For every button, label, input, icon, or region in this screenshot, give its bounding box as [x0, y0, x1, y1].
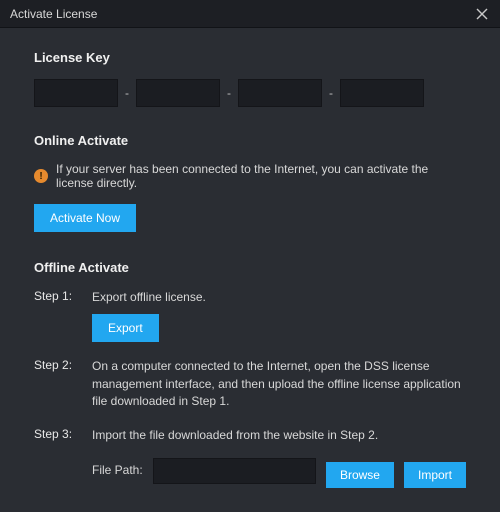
file-path-input[interactable] [153, 458, 316, 484]
warning-icon: ! [34, 169, 48, 183]
license-key-row: - - - [34, 79, 466, 107]
dialog-content: License Key - - - Online Activate ! If y… [0, 28, 500, 512]
step-2-row: Step 2: On a computer connected to the I… [34, 358, 466, 410]
license-key-segment-2[interactable] [136, 79, 220, 107]
step-1-row: Step 1: Export offline license. Export [34, 289, 466, 342]
file-path-label: File Path: [92, 462, 143, 479]
license-key-segment-4[interactable] [340, 79, 424, 107]
step-1-text: Export offline license. [92, 289, 466, 306]
online-activate-heading: Online Activate [34, 133, 466, 148]
key-separator: - [322, 86, 340, 100]
license-key-segment-1[interactable] [34, 79, 118, 107]
step-3-text: Import the file downloaded from the webs… [92, 427, 466, 444]
step-2-label: Step 2: [34, 358, 78, 410]
offline-activate-heading: Offline Activate [34, 260, 466, 275]
step-3-body: Import the file downloaded from the webs… [92, 427, 466, 488]
license-key-segment-3[interactable] [238, 79, 322, 107]
step-3-label: Step 3: [34, 427, 78, 488]
step-2-text: On a computer connected to the Internet,… [92, 358, 466, 410]
activate-now-button[interactable]: Activate Now [34, 204, 136, 232]
export-button[interactable]: Export [92, 314, 159, 342]
online-hint-text: If your server has been connected to the… [56, 162, 466, 190]
browse-button[interactable]: Browse [326, 462, 394, 488]
online-hint-row: ! If your server has been connected to t… [34, 162, 466, 190]
license-key-heading: License Key [34, 50, 466, 65]
title-bar: Activate License [0, 0, 500, 28]
step-1-label: Step 1: [34, 289, 78, 342]
close-button[interactable] [472, 4, 492, 24]
close-icon [476, 8, 488, 20]
key-separator: - [220, 86, 238, 100]
step-3-row: Step 3: Import the file downloaded from … [34, 427, 466, 488]
import-button[interactable]: Import [404, 462, 466, 488]
key-separator: - [118, 86, 136, 100]
step-1-body: Export offline license. Export [92, 289, 466, 342]
window-title: Activate License [10, 7, 97, 21]
file-path-row: File Path: Browse Import [92, 454, 466, 488]
